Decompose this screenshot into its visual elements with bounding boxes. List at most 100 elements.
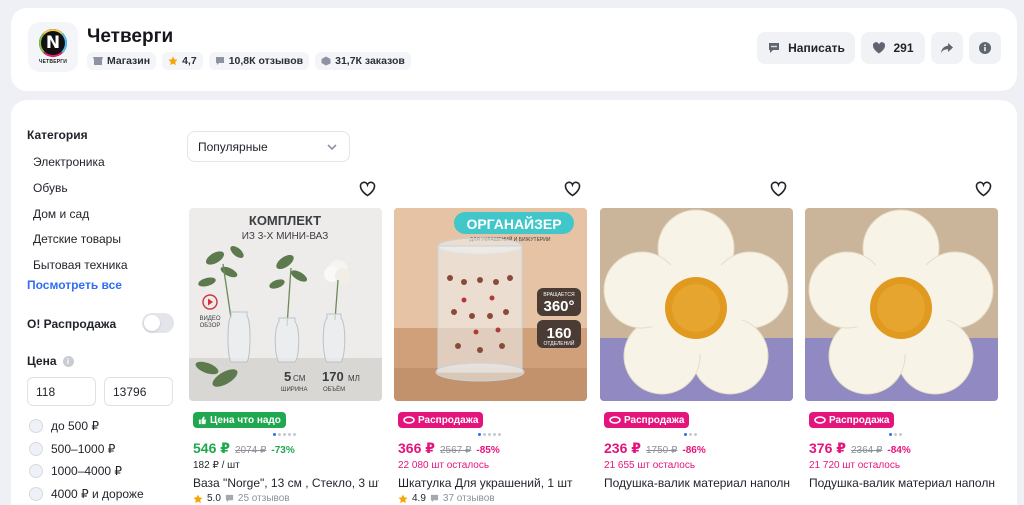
discount: -86% — [682, 445, 706, 456]
product-name[interactable]: Подушка-валик материал наполнителя: Холл… — [604, 475, 790, 491]
stock-left: 21 720 шт осталось — [809, 460, 901, 471]
product-image[interactable] — [600, 208, 793, 401]
image-pager — [478, 433, 501, 436]
stock-left: 22 080 шт осталось — [398, 460, 490, 471]
write-button[interactable]: Написать — [757, 32, 855, 64]
price-range-label: 4000 ₽ и дороже — [51, 487, 144, 501]
price: 376 ₽ — [809, 440, 846, 456]
price-range-option[interactable]: до 500 ₽ — [29, 419, 99, 433]
reviews-count: 10,8К отзывов — [228, 55, 304, 67]
rating-value: 4,7 — [182, 55, 197, 67]
sections-value: 160 — [546, 325, 571, 342]
category-item[interactable]: Дом и сад — [33, 207, 89, 221]
sort-selected: Популярные — [198, 140, 268, 154]
heart-outline-icon[interactable] — [359, 181, 376, 197]
price-range-option[interactable]: 500–1000 ₽ — [29, 442, 115, 456]
heart-outline-icon[interactable] — [975, 181, 992, 197]
product-name[interactable]: Подушка-валик материал наполнителя: Холл… — [809, 475, 995, 491]
share-icon — [941, 43, 953, 53]
radio-button[interactable] — [29, 442, 43, 456]
info-icon — [979, 42, 991, 54]
heart-outline-icon[interactable] — [564, 181, 581, 197]
shop-type-label: Магазин — [107, 55, 151, 67]
category-item[interactable]: Обувь — [33, 181, 68, 195]
sale-badge: Распродажа — [604, 412, 690, 428]
width-label: ШИРИНА — [281, 387, 307, 393]
old-price: 2567 ₽ — [440, 445, 472, 456]
sale-toggle[interactable] — [142, 313, 174, 333]
radio-button[interactable] — [29, 487, 43, 501]
badge-label: Распродажа — [418, 414, 479, 426]
video-label-2: ОБЗОР — [200, 323, 221, 329]
category-item[interactable]: Электроника — [33, 155, 105, 169]
sale-badge: Распродажа — [398, 412, 484, 428]
price: 546 ₽ — [193, 440, 230, 456]
category-item[interactable]: Детские товары — [33, 232, 121, 246]
share-button[interactable] — [931, 32, 963, 64]
stock-left: 21 655 шт осталось — [604, 460, 696, 471]
price-range-option[interactable]: 1000–4000 ₽ — [29, 464, 122, 478]
comment-icon — [215, 57, 224, 65]
category-title: Категория — [27, 128, 88, 142]
price-title: Цена — [27, 354, 57, 368]
shop-logo[interactable]: N ЧЕТВЕРГИ — [28, 22, 78, 72]
reviews-chip[interactable]: 10,8К отзывов — [208, 52, 310, 70]
rating-chip[interactable]: 4,7 — [162, 52, 203, 70]
info-button[interactable] — [969, 32, 1001, 64]
see-all-link[interactable]: Посмотреть все — [27, 278, 122, 292]
video-label-1: ВИДЕО — [199, 316, 220, 322]
image-title: ОРГАНАЙЗЕР — [466, 215, 561, 232]
price-min-input[interactable]: 118 — [27, 377, 96, 406]
shop-type-chip[interactable]: Магазин — [87, 52, 157, 70]
price-range-label: 1000–4000 ₽ — [51, 464, 123, 478]
rotate-value: 360° — [543, 298, 574, 315]
old-price: 2364 ₽ — [851, 445, 883, 456]
info-icon[interactable]: i — [62, 356, 74, 367]
logo-letter: N — [45, 33, 61, 53]
product-image[interactable]: ОРГАНАЙЗЕР ДЛЯ УКРАШЕНИЙ И БИЖУТЕРИИ ВРА… — [394, 208, 587, 401]
image-pager — [273, 433, 296, 436]
price-range-option[interactable]: 4000 ₽ и дороже — [29, 487, 144, 501]
product-name[interactable]: Шкатулка Для украшений, 1 шт — [398, 475, 584, 491]
heart-icon — [873, 42, 886, 54]
star-icon — [193, 494, 203, 503]
price-line: 546 ₽ 2074 ₽ -73% — [193, 440, 295, 457]
likes-count: 291 — [893, 41, 914, 55]
orders-chip[interactable]: 31,7К заказов — [315, 52, 411, 70]
product-image[interactable] — [805, 208, 998, 401]
price-line: 376 ₽ 2364 ₽ -84% — [809, 440, 911, 457]
price-badge: Цена что надо — [193, 412, 286, 428]
price-range-label: до 500 ₽ — [51, 419, 99, 433]
discount: -85% — [476, 445, 500, 456]
price-line: 366 ₽ 2567 ₽ -85% — [398, 440, 500, 457]
unit-price: 182 ₽ / шт — [193, 460, 240, 471]
logo-mark: N — [39, 29, 67, 57]
sort-select[interactable]: Популярные — [187, 131, 350, 162]
discount: -73% — [271, 445, 295, 456]
box-icon — [321, 56, 331, 66]
radio-button[interactable] — [29, 464, 43, 478]
image-title: КОМПЛЕКТ — [249, 213, 321, 228]
sale-filter-label: О! Распродажа — [27, 317, 117, 331]
radio-button[interactable] — [29, 419, 43, 433]
store-icon — [93, 57, 103, 65]
reviews-count: 25 отзывов — [237, 493, 290, 504]
volume-label: ОБЪЁМ — [323, 386, 345, 393]
heart-outline-icon[interactable] — [770, 181, 787, 197]
price-max-input[interactable]: 13796 — [104, 377, 173, 406]
category-item[interactable]: Бытовая техника — [33, 258, 128, 272]
price: 366 ₽ — [398, 440, 435, 456]
product-image[interactable]: КОМПЛЕКТ ИЗ 3-Х МИНИ-ВАЗ ВИДЕО ОБЗОР 5 С… — [189, 208, 382, 401]
price: 236 ₽ — [604, 440, 641, 456]
comment-icon — [225, 494, 234, 503]
chevron-down-icon — [327, 144, 337, 151]
sale-ring-icon — [814, 416, 826, 424]
like-button[interactable]: 291 — [861, 32, 925, 64]
rating-value: 4.9 — [412, 493, 426, 504]
sale-ring-icon — [609, 416, 621, 424]
old-price: 1750 ₽ — [646, 445, 678, 456]
product-name[interactable]: Ваза "Norge", 13 см , Стекло, 3 шт — [193, 475, 379, 491]
star-icon — [398, 494, 408, 503]
price-title-row: Цена i — [27, 354, 74, 368]
price-line: 236 ₽ 1750 ₽ -86% — [604, 440, 706, 457]
